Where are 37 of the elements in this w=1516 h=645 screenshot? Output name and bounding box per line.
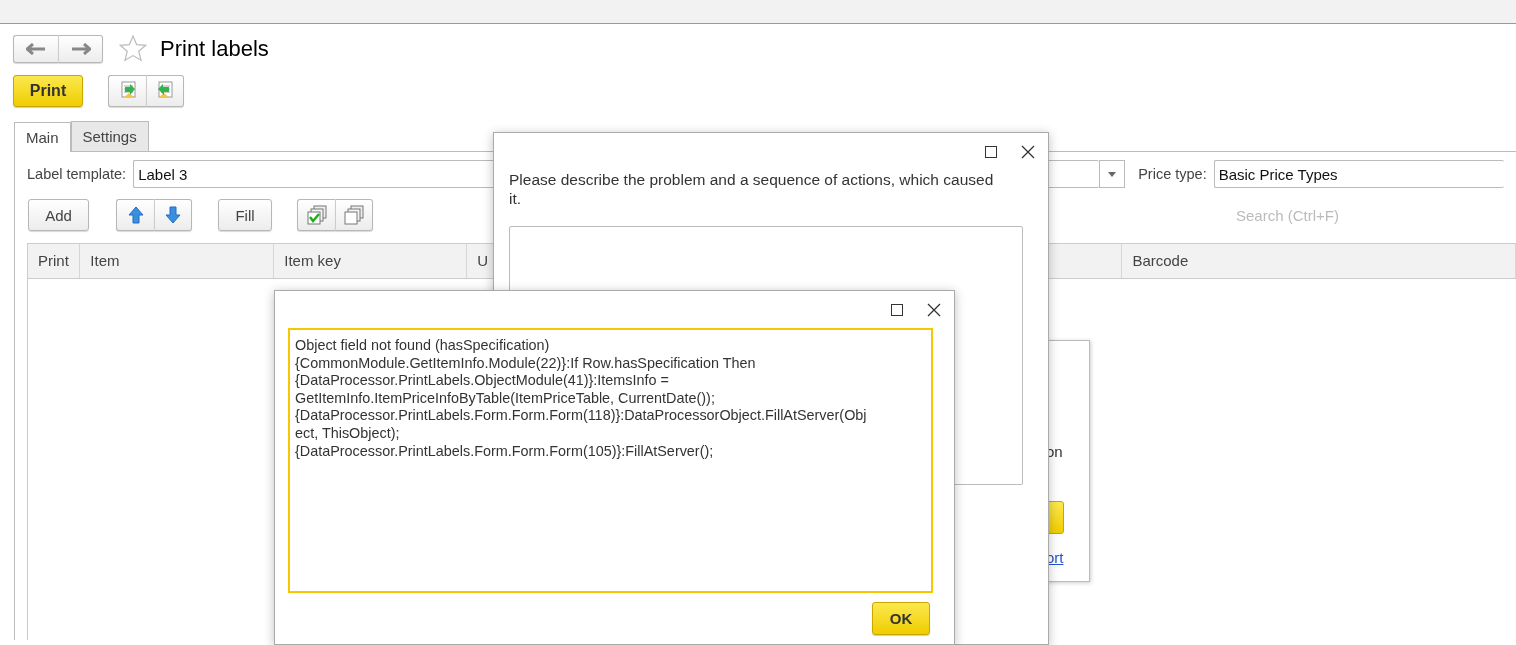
down-arrow-icon [165, 206, 181, 224]
back-arrow-icon [26, 43, 46, 55]
print-button[interactable]: Print [13, 75, 83, 107]
import-button[interactable] [146, 75, 184, 107]
maximize-icon[interactable] [985, 145, 997, 158]
close-icon[interactable] [1021, 144, 1035, 159]
uncheck-all-button[interactable] [335, 199, 373, 231]
back-button[interactable] [13, 35, 58, 63]
caret-icon [1108, 171, 1117, 177]
forward-button[interactable] [58, 35, 103, 63]
star-icon[interactable] [118, 34, 148, 64]
check-all-button[interactable] [297, 199, 335, 231]
error-message[interactable]: Object field not found (hasSpecification) {CommonModule.GetItemInfo.Module(22)}:If Row.hasSpecification Then {DataProcessor.PrintLabels.ObjectModule(41)}:ItemsInfo = GetItemInfo.ItemPriceInfoByTable(ItemPriceTable, CurrentDate()); {DataProcessor.PrintLabels.Form.Form.Form(118)}:DataProcessorObject.FillAtServer(Obj ect, ThisObject); {DataProcessor.PrintLabels.Form.Form.Form(105)}:FillAtServer(); [288, 328, 933, 593]
column-header[interactable]: Barcode [1122, 244, 1516, 278]
tab[interactable]: Settings [70, 121, 149, 151]
ok-button[interactable]: OK [872, 602, 930, 635]
column-header[interactable]: Item key [274, 244, 468, 278]
move-up-button[interactable] [116, 199, 154, 231]
maximize-icon[interactable] [891, 303, 903, 316]
column-header[interactable]: Print [28, 244, 81, 278]
tab[interactable]: Main [14, 122, 71, 152]
dropdown-button[interactable] [1099, 160, 1126, 188]
forward-arrow-icon [70, 43, 91, 55]
fill-button[interactable]: Fill [218, 199, 272, 231]
price-type-field[interactable]: Basic Price Types [1213, 160, 1504, 188]
window-title: Print labels [160, 36, 269, 62]
column-header[interactable]: Item [80, 244, 275, 278]
boxes-icon [344, 205, 364, 225]
move-down-button[interactable] [154, 199, 192, 231]
checked-boxes-icon [306, 205, 327, 225]
up-arrow-icon [127, 206, 144, 224]
close-icon[interactable] [927, 302, 941, 317]
dialog-prompt: Please describe the problem and a sequence of actions, which caused it. [509, 170, 995, 208]
add-button[interactable]: Add [28, 199, 89, 231]
export-button[interactable] [108, 75, 146, 107]
field-label: Label template: [27, 166, 127, 182]
field-label: Price type: [1138, 166, 1207, 182]
